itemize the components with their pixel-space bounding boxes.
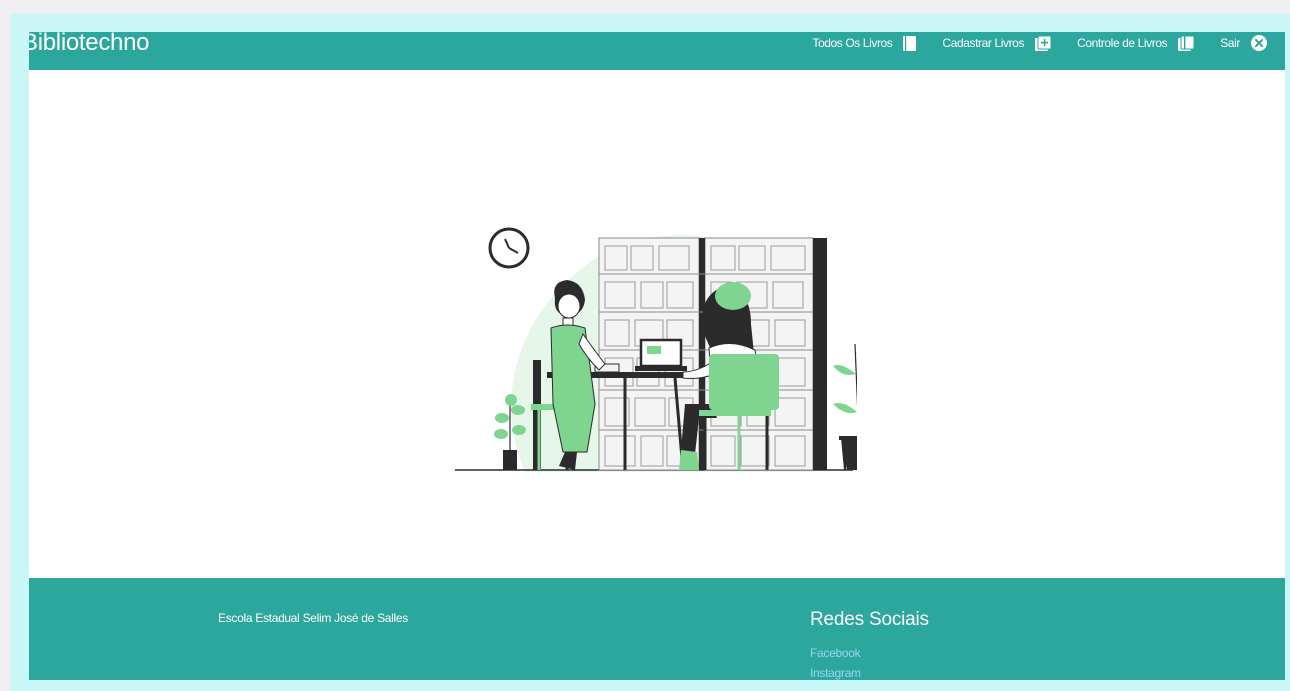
nav-label: Controle de Livros	[1077, 36, 1168, 50]
page: Bibliotechno Todos Os Livros Cadastrar L…	[29, 32, 1285, 680]
facebook-link[interactable]: Facebook	[810, 646, 861, 660]
nav-todos-os-livros[interactable]: Todos Os Livros	[812, 35, 917, 51]
nav-cadastrar-livros[interactable]: Cadastrar Livros	[942, 35, 1052, 51]
book-icon	[903, 35, 917, 51]
close-circle-icon	[1251, 35, 1267, 51]
library-reading-illustration	[455, 227, 857, 472]
brand-logo[interactable]: Bibliotechno	[29, 32, 149, 70]
nav-sair[interactable]: Sair	[1220, 35, 1267, 51]
nav-label: Sair	[1220, 36, 1240, 50]
laptop-icon	[635, 338, 687, 371]
instagram-link[interactable]: Instagram	[810, 666, 861, 680]
social-title: Redes Sociais	[810, 609, 929, 630]
add-book-icon	[1035, 35, 1052, 51]
nav-controle-de-livros[interactable]: Controle de Livros	[1077, 35, 1195, 51]
clock-icon	[488, 227, 530, 269]
nav-label: Todos Os Livros	[812, 36, 893, 50]
footer: Escola Estadual Selim José de Salles Red…	[29, 578, 1285, 680]
right-plant	[833, 343, 857, 470]
navbar: Bibliotechno Todos Os Livros Cadastrar L…	[29, 32, 1285, 70]
nav-label: Cadastrar Livros	[942, 36, 1025, 50]
books-icon	[1178, 35, 1195, 51]
nav-links: Todos Os Livros Cadastrar Livros Control…	[786, 32, 1267, 54]
school-name: Escola Estadual Selim José de Salles	[218, 611, 408, 625]
